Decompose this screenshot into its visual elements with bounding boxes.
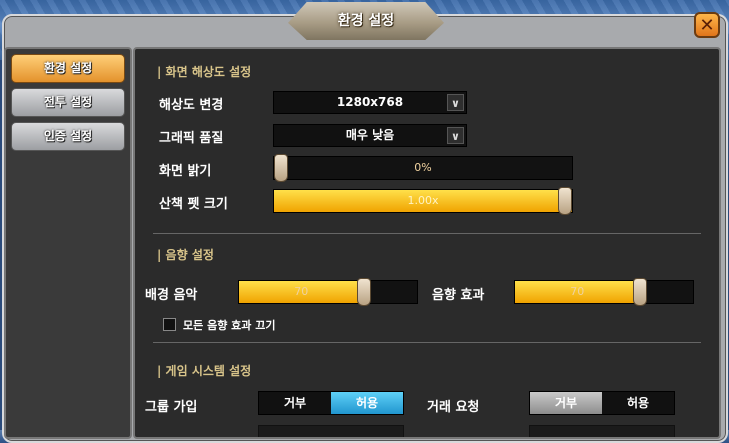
sfx-value: 70: [570, 285, 585, 298]
slider-handle[interactable]: [558, 187, 572, 215]
bgm-slider[interactable]: 70: [238, 278, 418, 306]
graphics-select[interactable]: 매우 낮음 ∨: [273, 124, 467, 147]
trade-request-option-allow[interactable]: 허용: [602, 392, 674, 414]
close-button[interactable]: ✕: [694, 12, 720, 38]
trade-request-option-deny[interactable]: 거부: [530, 392, 602, 414]
sidebar-item-auth[interactable]: 인증 설정: [11, 122, 125, 151]
mute-all-checkbox[interactable]: [163, 318, 176, 331]
resolution-label: 해상도 변경: [159, 98, 224, 113]
sidebar: 환경 설정 전투 설정 인증 설정: [4, 47, 132, 439]
chevron-down-icon: ∨: [447, 94, 464, 111]
bgm-value: 70: [294, 285, 309, 298]
group-join-label: 그룹 가입: [145, 400, 198, 415]
graphics-value: 매우 낮음: [345, 128, 395, 142]
group-join-toggle: 거부 허용: [258, 391, 404, 415]
pet-size-label: 산책 펫 크기: [159, 197, 228, 212]
pet-size-slider[interactable]: 1.00x: [273, 187, 573, 215]
resolution-select[interactable]: 1280x768 ∨: [273, 91, 467, 114]
resolution-value: 1280x768: [336, 95, 404, 109]
divider: [153, 233, 701, 234]
bgm-label: 배경 음악: [145, 288, 198, 303]
section-title-system: | 게임 시스템 설정: [157, 364, 252, 378]
mute-all-label: 모든 음향 효과 끄기: [183, 319, 276, 332]
slider-handle[interactable]: [356, 278, 371, 306]
slider-handle[interactable]: [632, 278, 647, 306]
section-title-display: | 화면 해상도 설정: [157, 65, 252, 79]
sfx-slider[interactable]: 70: [514, 278, 694, 306]
group-join-option-allow[interactable]: 허용: [331, 392, 403, 414]
brightness-value: 0%: [414, 161, 432, 174]
next-row-toggle[interactable]: [258, 425, 404, 437]
trade-request-label: 거래 요청: [427, 400, 480, 415]
brightness-label: 화면 밝기: [159, 164, 212, 179]
sidebar-item-general[interactable]: 환경 설정: [11, 54, 125, 83]
trade-request-toggle: 거부 허용: [529, 391, 675, 415]
window-title: 환경 설정: [337, 13, 395, 29]
close-icon: ✕: [699, 15, 715, 36]
chevron-down-icon: ∨: [447, 127, 464, 144]
divider: [153, 342, 701, 343]
group-join-option-deny[interactable]: 거부: [259, 392, 331, 414]
next-row-toggle[interactable]: [529, 425, 675, 437]
brightness-slider[interactable]: 0%: [273, 154, 573, 182]
settings-panel: | 화면 해상도 설정 해상도 변경 1280x768 ∨ 그래픽 품질 매우 …: [133, 47, 721, 439]
section-title-sound: | 음향 설정: [157, 248, 214, 262]
pet-size-value: 1.00x: [407, 194, 439, 207]
slider-handle[interactable]: [274, 154, 288, 182]
sidebar-item-battle[interactable]: 전투 설정: [11, 88, 125, 117]
sfx-label: 음향 효과: [432, 288, 485, 303]
graphics-label: 그래픽 품질: [159, 131, 224, 146]
